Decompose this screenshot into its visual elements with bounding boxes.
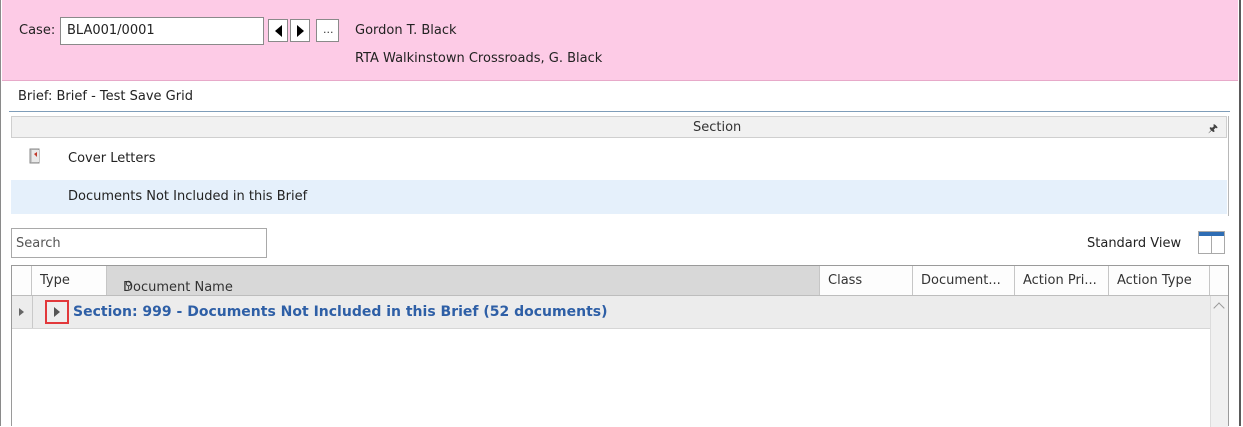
section-row-not-included[interactable]: Documents Not Included in this Brief bbox=[11, 180, 1227, 214]
search-input[interactable] bbox=[11, 228, 267, 258]
view-selector-label[interactable]: Standard View bbox=[1087, 236, 1181, 251]
group-row-label: Section: 999 - Documents Not Included in… bbox=[73, 304, 608, 320]
browse-case-button[interactable]: ... bbox=[316, 19, 339, 42]
column-header-document[interactable]: Document... bbox=[913, 266, 1015, 295]
expand-group-button[interactable] bbox=[45, 300, 69, 324]
scroll-up-icon[interactable] bbox=[1213, 302, 1225, 314]
column-header-action-type[interactable]: Action Type bbox=[1109, 266, 1210, 295]
case-description: RTA Walkinstown Crossroads, G. Black bbox=[355, 51, 603, 66]
chevron-right-icon bbox=[54, 307, 60, 317]
section-row-label: Cover Letters bbox=[68, 151, 156, 166]
vertical-scrollbar[interactable] bbox=[1210, 296, 1228, 427]
window-frame: Case: BLA001/0001 ... Gordon T. Black RT… bbox=[0, 0, 1241, 427]
section-row-cover-letters[interactable]: Cover Letters bbox=[11, 142, 1227, 176]
column-header-class[interactable]: Class bbox=[820, 266, 913, 295]
brief-title: Brief: Brief - Test Save Grid bbox=[18, 89, 193, 104]
section-panel: Section 🖈 Cover Letters Documents Not In… bbox=[11, 116, 1229, 216]
pin-icon[interactable]: 🖈 bbox=[1208, 120, 1218, 139]
divider bbox=[9, 111, 1230, 112]
ellipsis-label: ... bbox=[323, 23, 334, 36]
next-case-button[interactable] bbox=[290, 19, 310, 42]
documents-grid: Type Document Name ⚲ Class Document... Ac… bbox=[11, 265, 1229, 427]
client-name: Gordon T. Black bbox=[355, 23, 457, 38]
grid-header: Type Document Name ⚲ Class Document... Ac… bbox=[12, 266, 1228, 296]
book-icon bbox=[29, 148, 40, 164]
group-row[interactable]: Section: 999 - Documents Not Included in… bbox=[12, 296, 1210, 329]
case-label: Case: bbox=[19, 23, 56, 38]
section-header-label: Section bbox=[693, 120, 742, 135]
case-header: Case: BLA001/0001 ... Gordon T. Black RT… bbox=[2, 0, 1238, 81]
column-header-type[interactable]: Type bbox=[32, 266, 107, 295]
section-column-header[interactable]: Section 🖈 bbox=[11, 116, 1227, 138]
row-indicator-column bbox=[12, 266, 32, 295]
filter-icon[interactable]: ⚲ bbox=[125, 280, 132, 291]
previous-case-button[interactable] bbox=[268, 19, 288, 42]
section-row-label: Documents Not Included in this Brief bbox=[68, 189, 308, 204]
case-input[interactable]: BLA001/0001 bbox=[60, 17, 264, 45]
arrow-left-icon bbox=[275, 25, 282, 37]
arrow-right-icon bbox=[297, 25, 304, 37]
column-header-document-name[interactable]: Document Name ⚲ bbox=[107, 266, 820, 295]
layout-icon[interactable] bbox=[1198, 231, 1225, 254]
column-header-action-priority[interactable]: Action Pri... bbox=[1015, 266, 1109, 295]
row-indicator-icon bbox=[19, 308, 24, 316]
